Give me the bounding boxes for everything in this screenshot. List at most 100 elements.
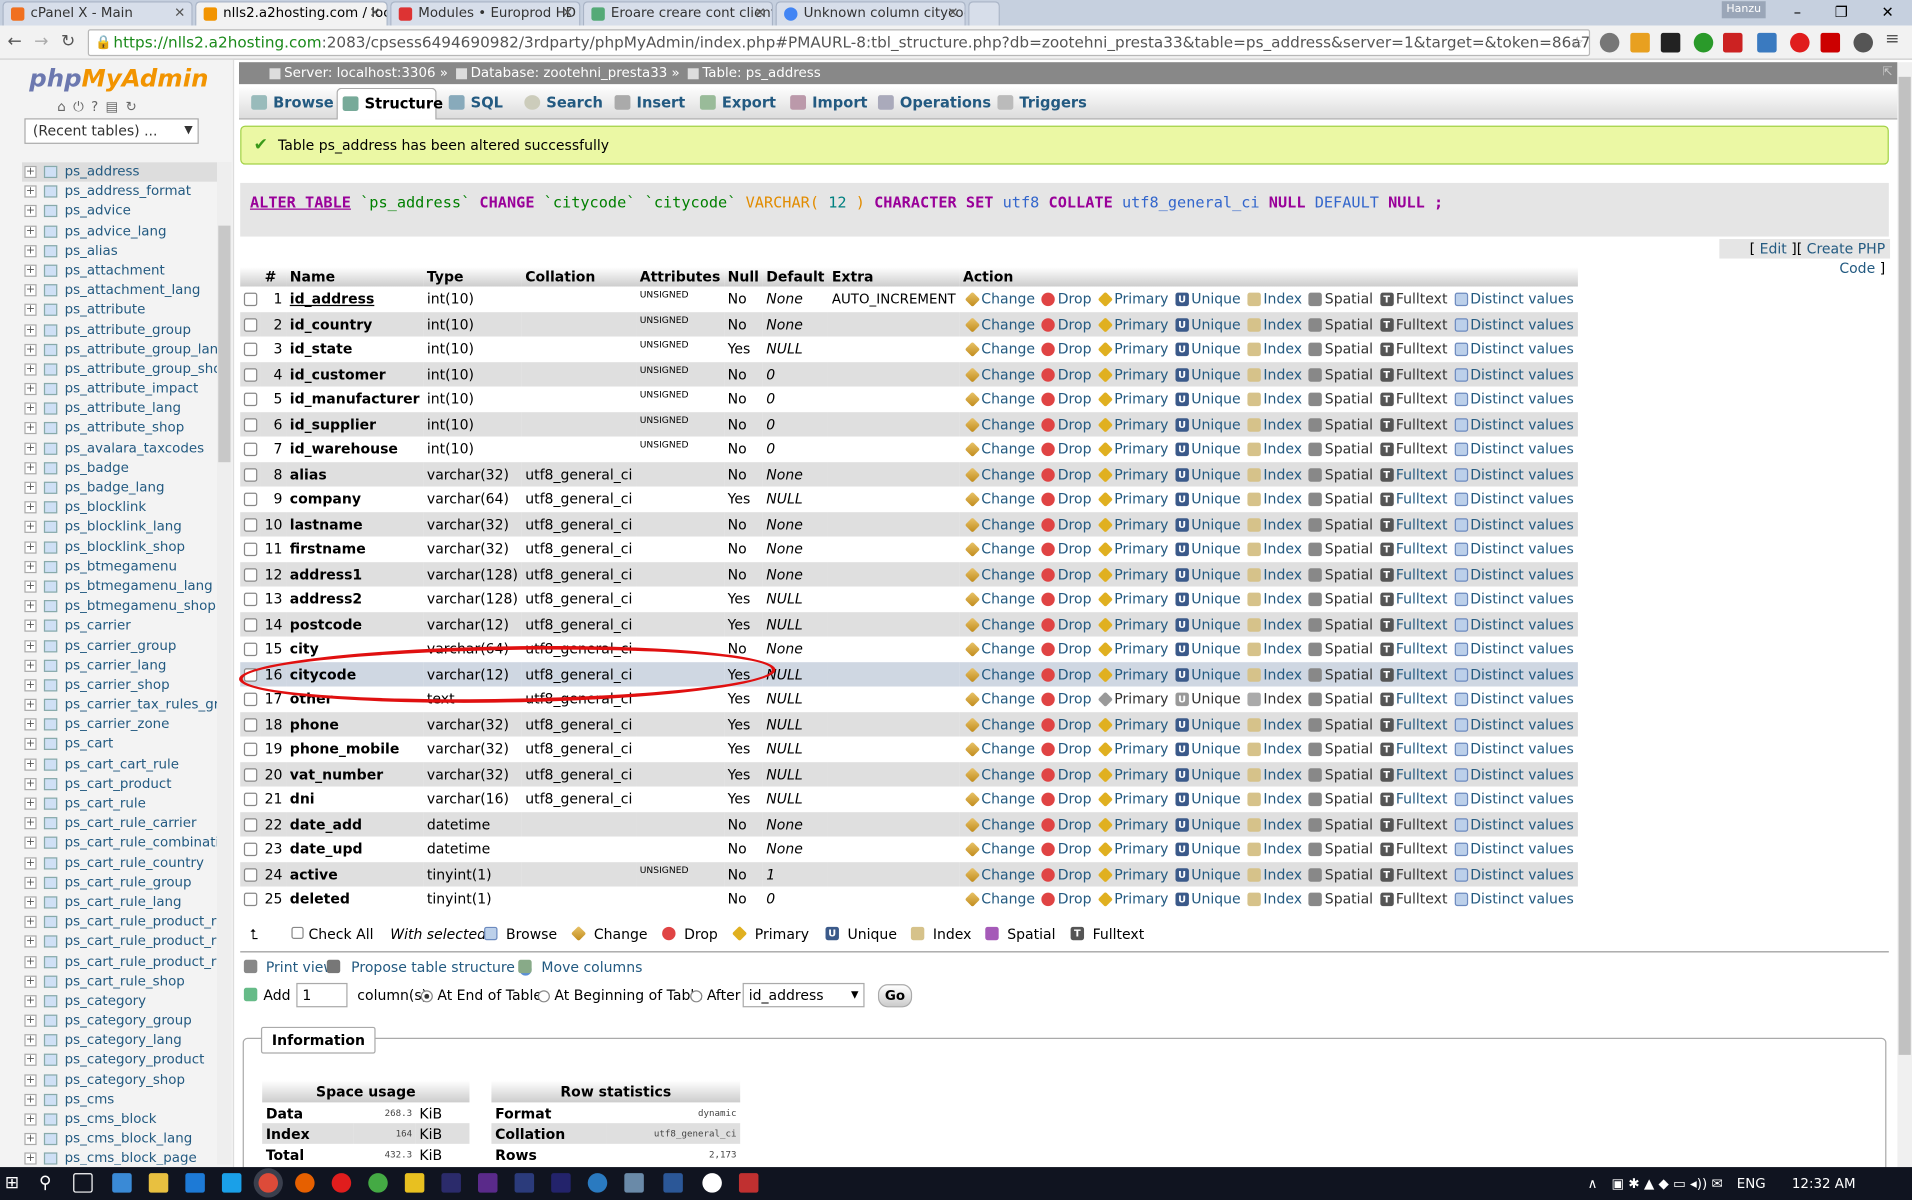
index-link[interactable]: Index (1263, 541, 1302, 558)
expand-icon[interactable]: + (24, 481, 37, 494)
back-icon[interactable]: ← (7, 32, 21, 52)
primary-link[interactable]: Primary (1114, 691, 1168, 708)
sidebar-table-item[interactable]: + ps_category_shop (22, 1070, 217, 1090)
index-link[interactable]: Index (1263, 466, 1302, 483)
scroll-thumb[interactable] (1898, 76, 1911, 1055)
clock[interactable]: 12:32 AM (1792, 1176, 1856, 1192)
sidebar-table-item[interactable]: + ps_blocklink (22, 498, 217, 518)
index-link[interactable]: Index (1263, 516, 1302, 533)
scroll-thumb[interactable] (218, 225, 231, 463)
unique-link[interactable]: Unique (1191, 691, 1240, 708)
index-link[interactable]: Index (1263, 441, 1302, 458)
unique-link[interactable]: Unique (1191, 491, 1240, 508)
table-row[interactable]: 9 company varchar(64) utf8_general_ci Yes NUL… (240, 486, 1578, 512)
collapse-icon[interactable]: ⇱ (1882, 66, 1892, 79)
unique-link[interactable]: Unique (1191, 466, 1240, 483)
fulltext-link[interactable]: Fulltext (1396, 841, 1448, 858)
index-link[interactable]: Index (1263, 691, 1302, 708)
change-link[interactable]: Change (981, 516, 1035, 533)
help-icon[interactable]: ? (91, 99, 105, 115)
change-link[interactable]: Change (981, 466, 1035, 483)
fulltext-link[interactable]: Fulltext (1396, 691, 1448, 708)
unique-link[interactable]: Unique (1191, 841, 1240, 858)
sidebar-table-item[interactable]: + ps_badge_lang (22, 478, 217, 498)
unique-link[interactable]: Unique (1191, 591, 1240, 608)
primary-link[interactable]: Primary (1114, 791, 1168, 808)
drop-link[interactable]: Drop (1058, 591, 1092, 608)
app-icon[interactable] (702, 1173, 722, 1193)
sidebar-table-item[interactable]: + ps_btmegamenu_shop (22, 596, 217, 616)
restore-icon[interactable]: ❐ (1821, 0, 1862, 24)
nav-scrollbar[interactable] (217, 162, 232, 1165)
primary-link[interactable]: Primary (1114, 591, 1168, 608)
expand-icon[interactable]: + (24, 1113, 37, 1126)
row-checkbox[interactable] (243, 892, 258, 907)
app-icon[interactable] (441, 1173, 461, 1193)
table-row[interactable]: 16 citycode varchar(12) utf8_general_ci Yes N… (240, 661, 1578, 687)
sidebar-table-item[interactable]: + ps_cart_rule_product_rule (22, 952, 217, 972)
unique-link[interactable]: Unique (1191, 516, 1240, 533)
sidebar-table-item[interactable]: + ps_category_group (22, 1011, 217, 1031)
expand-icon[interactable]: + (24, 659, 37, 672)
expand-icon[interactable]: + (24, 1093, 37, 1106)
primary-link[interactable]: Primary (1114, 891, 1168, 908)
drop-link[interactable]: Drop (1058, 641, 1092, 658)
row-checkbox[interactable] (243, 417, 258, 432)
index-link[interactable]: Index (1263, 766, 1302, 783)
drop-link[interactable]: Drop (1058, 866, 1092, 883)
expand-icon[interactable]: + (24, 896, 37, 909)
expand-icon[interactable]: + (24, 304, 37, 317)
drop-link[interactable]: Drop (1058, 841, 1092, 858)
fulltext-link[interactable]: Fulltext (1396, 566, 1448, 583)
app-icon[interactable] (478, 1173, 498, 1193)
unique-link[interactable]: Unique (1191, 866, 1240, 883)
drop-link[interactable]: Drop (1058, 566, 1092, 583)
expand-icon[interactable]: + (24, 1152, 37, 1165)
expand-icon[interactable]: + (24, 1073, 37, 1087)
selected-browse-button[interactable]: Browse (484, 923, 557, 945)
home-icon[interactable]: ⌂ (57, 99, 73, 115)
opera-icon[interactable] (1790, 32, 1810, 53)
change-link[interactable]: Change (981, 841, 1035, 858)
reload-icon[interactable]: ↻ (61, 32, 75, 52)
table-row[interactable]: 2 id_country int(10) UNSIGNED No None Change D… (240, 311, 1578, 337)
unique-link[interactable]: Unique (1191, 341, 1240, 358)
change-link[interactable]: Change (981, 541, 1035, 558)
expand-icon[interactable]: + (24, 165, 37, 179)
index-link[interactable]: Index (1263, 866, 1302, 883)
fulltext-link[interactable]: Fulltext (1396, 766, 1448, 783)
task-view-icon[interactable] (73, 1173, 93, 1193)
unique-link[interactable]: Unique (1191, 791, 1240, 808)
sidebar-table-item[interactable]: + ps_attachment_lang (22, 281, 217, 301)
sidebar-table-item[interactable]: + ps_avalara_taxcodes (22, 439, 217, 459)
expand-icon[interactable]: + (24, 422, 37, 435)
expand-icon[interactable]: + (24, 442, 37, 455)
expand-icon[interactable]: + (24, 284, 37, 297)
new-tab-button[interactable] (968, 1, 1000, 26)
distinct-values-link[interactable]: Distinct values (1470, 541, 1574, 558)
table-row[interactable]: 8 alias varchar(32) utf8_general_ci No None Ch… (240, 461, 1578, 487)
sidebar-table-item[interactable]: + ps_carrier_tax_rules_grou (22, 695, 217, 715)
minimize-icon[interactable]: – (1777, 0, 1818, 24)
index-link[interactable]: Index (1263, 666, 1302, 683)
change-link[interactable]: Change (981, 766, 1035, 783)
browser-tab-cpanel[interactable]: cPanel X - Main ✕ (2, 1, 193, 26)
distinct-values-link[interactable]: Distinct values (1470, 691, 1574, 708)
docs-icon[interactable]: ▤ (106, 99, 126, 115)
bookmark-star-icon[interactable]: ☆ (1570, 30, 1584, 54)
app-icon[interactable] (112, 1173, 132, 1193)
change-link[interactable]: Change (981, 416, 1035, 433)
expand-icon[interactable]: + (24, 679, 37, 692)
row-checkbox[interactable] (243, 442, 258, 457)
row-checkbox[interactable] (243, 717, 258, 732)
sidebar-table-item[interactable]: + ps_category_lang (22, 1031, 217, 1051)
table-row[interactable]: 17 other text utf8_general_ci Yes NULL Change … (240, 686, 1578, 712)
index-link[interactable]: Index (1263, 616, 1302, 633)
row-checkbox[interactable] (243, 692, 258, 707)
after-column-select[interactable]: id_address ▼ (742, 982, 865, 1008)
table-row[interactable]: 4 id_customer int(10) UNSIGNED No 0 Change Dro… (240, 361, 1578, 387)
page-scrollbar[interactable] (1897, 62, 1912, 1168)
expand-icon[interactable]: + (24, 1054, 37, 1067)
change-link[interactable]: Change (981, 491, 1035, 508)
print-view-link[interactable]: Print view (243, 959, 335, 976)
